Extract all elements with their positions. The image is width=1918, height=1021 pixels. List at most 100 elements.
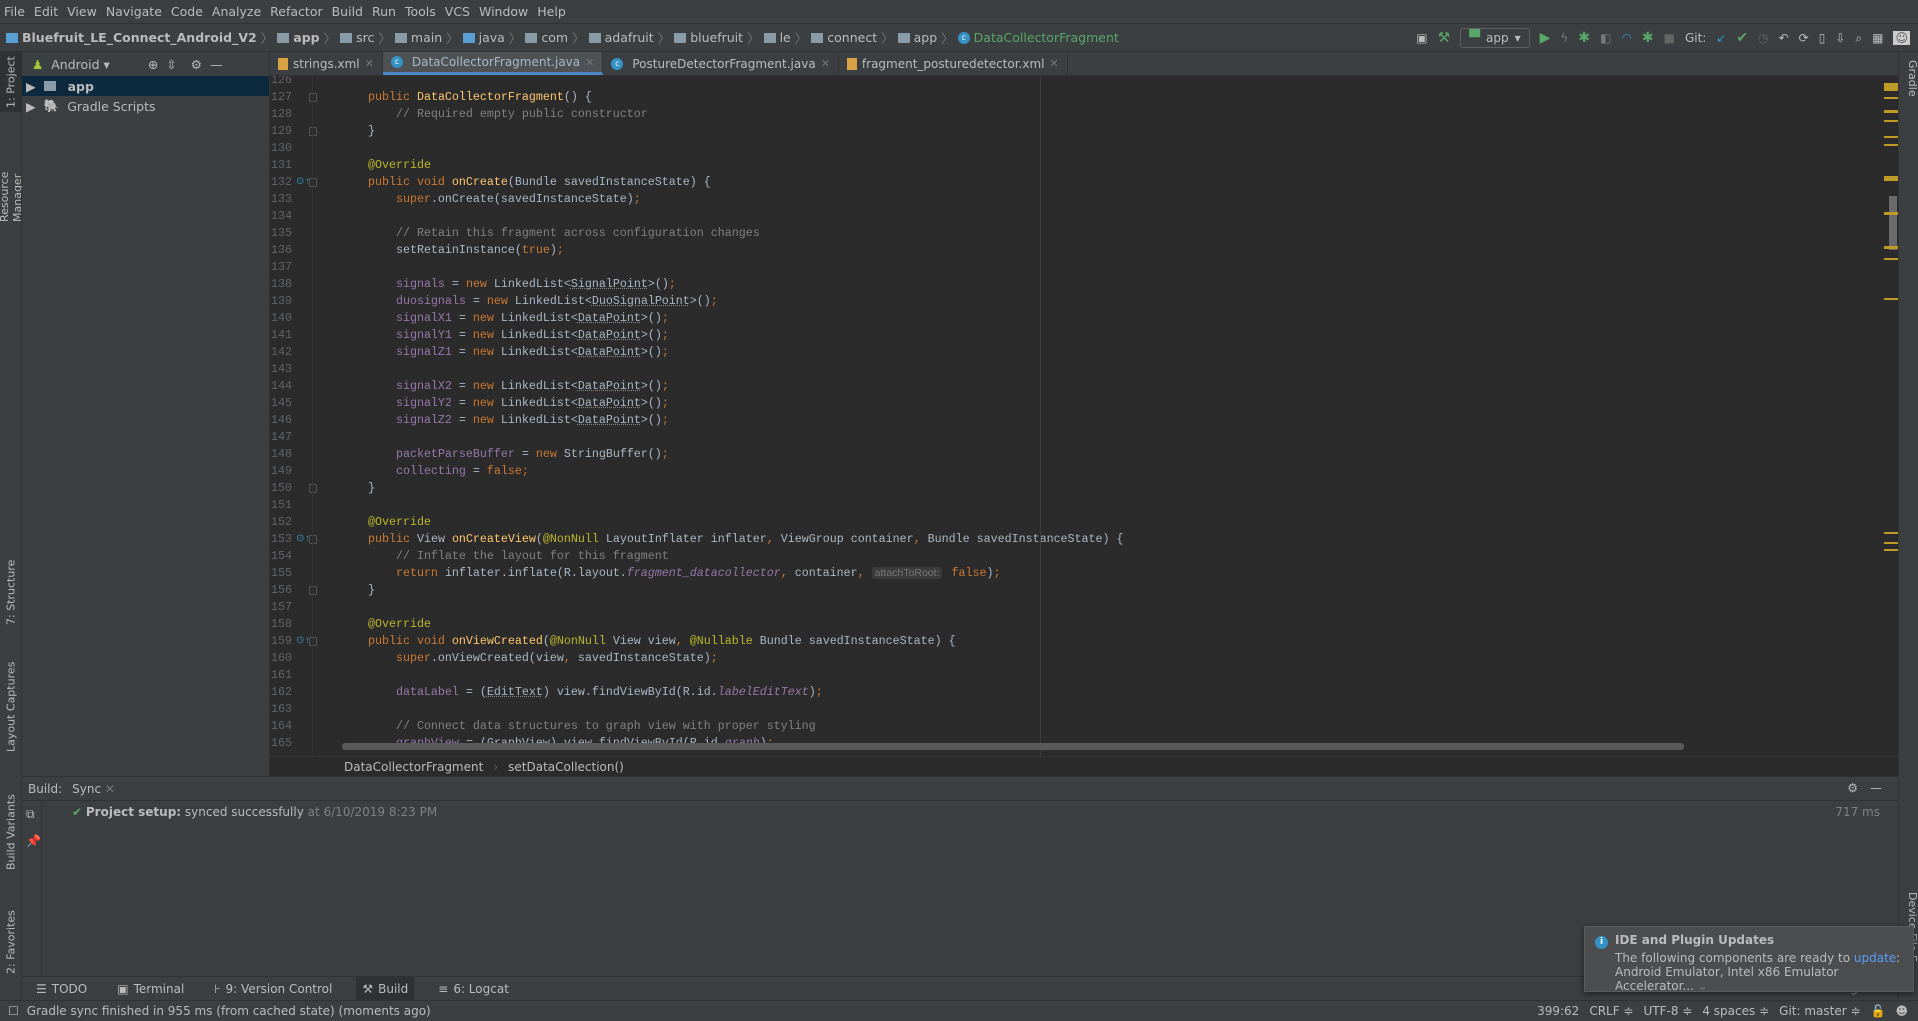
tool-window-build[interactable]: ⚒ Build <box>356 976 415 1001</box>
tool-tab-favorites[interactable]: 2: Favorites <box>0 892 22 992</box>
make-hammer-icon[interactable]: ⚒ <box>1438 30 1451 46</box>
close-icon[interactable]: ✕ <box>1050 57 1059 70</box>
locate-file-icon[interactable]: ⊕ <box>148 57 158 72</box>
error-stripe-marker[interactable] <box>1884 144 1898 146</box>
error-stripe-marker[interactable] <box>1884 258 1898 260</box>
error-stripe-marker[interactable] <box>1884 110 1898 113</box>
fold-toggle-icon[interactable] <box>309 127 317 136</box>
code-editor[interactable]: 126 127 public DataCollectorFragment() {1… <box>270 76 1898 756</box>
attach-debugger-icon[interactable]: ◧ <box>1600 31 1611 45</box>
tab-fragment-posturedetector-xml[interactable]: fragment_posturedetector.xml ✕ <box>839 52 1068 75</box>
tool-tab-build-variants[interactable]: Build Variants <box>0 782 22 882</box>
fold-toggle-icon[interactable] <box>309 586 317 595</box>
close-icon[interactable]: ✕ <box>585 56 594 69</box>
menu-view[interactable]: View <box>67 4 97 19</box>
hide-panel-icon[interactable]: — <box>1870 781 1882 795</box>
apply-changes-icon[interactable]: ϟ <box>1560 31 1568 45</box>
menu-tools[interactable]: Tools <box>405 4 436 19</box>
menu-code[interactable]: Code <box>171 4 203 19</box>
breadcrumb-item[interactable]: c DataCollectorFragment <box>957 30 1119 45</box>
collapse-all-icon[interactable]: ⇳ <box>166 57 176 72</box>
file-encoding[interactable]: UTF-8 ≑ <box>1644 1004 1693 1018</box>
gradle-sync-icon[interactable]: ⟳ <box>1799 31 1809 45</box>
menu-refactor[interactable]: Refactor <box>270 4 322 19</box>
breadcrumb-item[interactable]: connect 〉 <box>811 28 894 47</box>
fold-toggle-icon[interactable] <box>309 637 317 646</box>
view-mode-dropdown[interactable]: Android ▾ <box>51 57 110 72</box>
fold-toggle-icon[interactable] <box>309 178 317 187</box>
fold-toggle-icon[interactable] <box>309 93 317 102</box>
status-message[interactable]: Gradle sync finished in 955 ms (from cac… <box>27 1004 431 1018</box>
tool-tab-layout-captures[interactable]: Layout Captures <box>0 652 22 762</box>
git-branch[interactable]: Git: master ≑ <box>1779 1004 1860 1018</box>
fold-toggle-icon[interactable] <box>309 535 317 544</box>
tool-window-version-control[interactable]: ⊦ 9: Version Control <box>208 977 338 1001</box>
error-stripe-marker[interactable] <box>1884 212 1898 215</box>
git-history-icon[interactable]: ◷ <box>1758 31 1768 45</box>
line-separator[interactable]: CRLF ≑ <box>1589 1004 1633 1018</box>
git-update-icon[interactable]: ↙ <box>1716 31 1726 45</box>
sdk-manager-icon[interactable]: ⇩ <box>1835 31 1845 45</box>
breadcrumb-item[interactable]: com 〉 <box>525 28 585 47</box>
menu-navigate[interactable]: Navigate <box>106 4 162 19</box>
menu-window[interactable]: Window <box>479 4 528 19</box>
error-stripe-marker[interactable] <box>1884 549 1898 551</box>
tab-datacollectorfragment-java[interactable]: c DataCollectorFragment.java ✕ <box>382 52 604 75</box>
tab-posturedetectorfragment-java[interactable]: c PostureDetectorFragment.java ✕ <box>603 52 839 75</box>
error-stripe-marker[interactable] <box>1884 83 1898 91</box>
error-stripe-marker[interactable] <box>1884 97 1898 99</box>
breadcrumb-item[interactable]: java 〉 <box>462 28 521 47</box>
error-stripe-marker[interactable] <box>1884 532 1898 534</box>
run-config-dropdown[interactable]: ▀ app ▾ <box>1460 28 1530 48</box>
toggle-tool-windows-icon[interactable]: ☐ <box>8 1004 19 1018</box>
tree-item-app[interactable]: ▶ app <box>22 76 269 96</box>
update-link[interactable]: update <box>1854 951 1896 965</box>
menu-build[interactable]: Build <box>332 4 363 19</box>
breadcrumb-item[interactable]: main 〉 <box>394 28 459 47</box>
error-stripe-marker[interactable] <box>1884 542 1898 544</box>
caret-position[interactable]: 399:62 <box>1537 1004 1579 1018</box>
pin-icon[interactable]: 📌 <box>22 828 41 854</box>
tool-window-terminal[interactable]: ▣ Terminal <box>111 977 190 1001</box>
tool-tab-gradle[interactable]: Gradle <box>1899 60 1918 120</box>
tool-window-logcat[interactable]: ≡ 6: Logcat <box>432 977 515 1001</box>
menu-analyze[interactable]: Analyze <box>212 4 261 19</box>
menu-edit[interactable]: Edit <box>34 4 58 19</box>
close-icon[interactable]: ✕ <box>821 57 830 70</box>
project-structure-icon[interactable]: ▣ <box>1416 31 1427 45</box>
horizontal-scrollbar[interactable] <box>342 743 1684 750</box>
breadcrumb-item[interactable]: app 〉 <box>897 28 954 47</box>
breadcrumb-item[interactable]: Bluefruit_LE_Connect_Android_V2 〉 <box>6 28 273 47</box>
profile-icon[interactable]: ◠ <box>1621 31 1631 45</box>
breadcrumb-method[interactable]: setDataCollection() <box>508 760 624 774</box>
error-stripe-marker[interactable] <box>1884 246 1898 249</box>
project-structure-dialog-icon[interactable]: ▦ <box>1872 31 1883 45</box>
tool-window-todo[interactable]: ☰ TODO <box>30 977 93 1001</box>
stop-icon[interactable]: ■ <box>1664 31 1675 45</box>
hide-panel-icon[interactable]: — <box>210 57 223 72</box>
tab-strings-xml[interactable]: strings.xml ✕ <box>270 52 383 75</box>
user-icon[interactable]: ☺ <box>1893 31 1910 45</box>
breadcrumb-item[interactable]: src 〉 <box>340 28 391 47</box>
lock-icon[interactable]: 🔓 <box>1871 1004 1886 1018</box>
error-stripe-marker[interactable] <box>1884 136 1898 138</box>
indent-setting[interactable]: 4 spaces ≑ <box>1702 1004 1769 1018</box>
search-icon[interactable]: ⌕ <box>1855 31 1862 46</box>
git-commit-icon[interactable]: ✔ <box>1736 30 1748 46</box>
expand-arrow-icon[interactable]: ▶ <box>26 79 36 94</box>
error-stripe-marker[interactable] <box>1884 120 1898 122</box>
gear-icon[interactable]: ⚙ <box>1847 781 1858 795</box>
tool-tab-project[interactable]: 1: Project <box>0 52 22 112</box>
debug-icon[interactable]: ✱ <box>1578 30 1590 46</box>
close-icon[interactable]: ✕ <box>105 782 115 796</box>
fold-toggle-icon[interactable] <box>309 484 317 493</box>
error-stripe-marker[interactable] <box>1884 298 1898 300</box>
close-icon[interactable]: ✕ <box>365 57 374 70</box>
menu-file[interactable]: File <box>4 4 25 19</box>
vertical-scrollbar[interactable] <box>1889 196 1897 250</box>
tree-item-gradle-scripts[interactable]: ▶ 🐘 Gradle Scripts <box>22 96 269 116</box>
breadcrumb-item[interactable]: le 〉 <box>763 28 807 47</box>
attach-process-icon[interactable]: ✱ <box>1642 30 1654 46</box>
update-notification[interactable]: i IDE and Plugin Updates The following c… <box>1584 926 1914 993</box>
expand-arrow-icon[interactable]: ▶ <box>26 99 36 114</box>
